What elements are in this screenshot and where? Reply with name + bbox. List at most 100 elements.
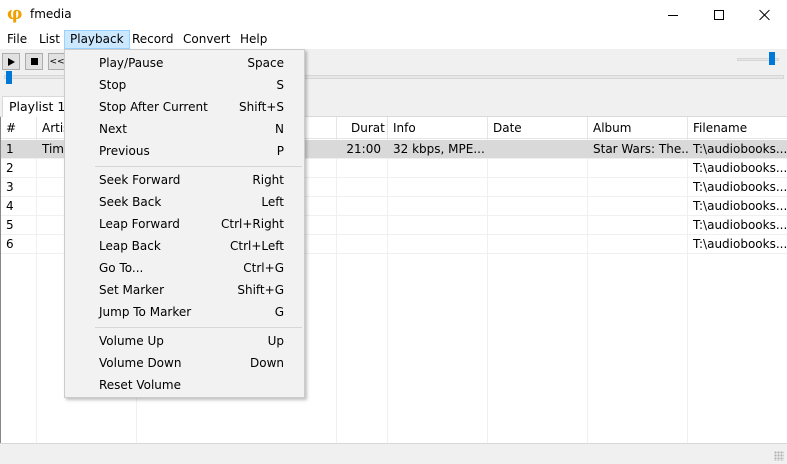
menu-item-label: Leap Back — [99, 239, 161, 253]
cell-number: 1 — [6, 142, 14, 156]
menu-item-next[interactable]: Next N — [67, 119, 302, 141]
minimize-icon — [668, 14, 678, 16]
menu-item-label: Volume Up — [99, 334, 164, 348]
menu-item-shortcut: Ctrl+Left — [230, 239, 284, 253]
column-header-info[interactable]: Info — [388, 117, 488, 139]
cell-filename: T:\audiobooks... — [693, 237, 787, 251]
stop-icon — [30, 58, 38, 65]
menu-item-stop-after-current[interactable]: Stop After Current Shift+S — [67, 97, 302, 119]
maximize-icon — [714, 10, 724, 20]
cell-duration — [337, 197, 388, 216]
menu-item-stop[interactable]: Stop S — [67, 75, 302, 97]
menu-item-shortcut: Up — [267, 334, 284, 348]
menu-item-seek-back[interactable]: Seek Back Left — [67, 192, 302, 214]
menu-help[interactable]: Help — [234, 30, 273, 49]
menu-item-volume-up[interactable]: Volume Up Up — [67, 331, 302, 353]
menu-file[interactable]: File — [1, 30, 33, 49]
menu-item-leap-back[interactable]: Leap Back Ctrl+Left — [67, 236, 302, 258]
menu-item-shortcut: Ctrl+G — [243, 261, 284, 275]
column-header-filename[interactable]: Filename — [688, 117, 787, 139]
cell-filename: T:\audiobooks... — [693, 218, 787, 232]
menu-item-shortcut: Right — [252, 173, 284, 187]
playback-menu-dropdown: Play/Pause Space Stop S Stop After Current Sh… — [64, 49, 305, 398]
menu-bar: File List Playback Record Convert Help — [0, 30, 787, 49]
menu-item-label: Previous — [99, 144, 150, 158]
cell-number: 6 — [6, 237, 14, 251]
menu-item-previous[interactable]: Previous P — [67, 141, 302, 163]
status-bar — [0, 443, 787, 464]
cell-album — [588, 178, 688, 197]
cell-date — [488, 235, 588, 254]
menu-item-reset-volume[interactable]: Reset Volume — [67, 375, 302, 397]
cell-duration — [337, 159, 388, 178]
cell-date — [488, 140, 588, 159]
cell-album — [588, 235, 688, 254]
menu-item-shortcut: Shift+S — [239, 100, 284, 114]
menu-item-label: Stop — [99, 78, 127, 92]
menu-item-leap-forward[interactable]: Leap Forward Ctrl+Right — [67, 214, 302, 236]
menu-item-label: Seek Back — [99, 195, 162, 209]
cell-filename: T:\audiobooks... — [693, 180, 787, 194]
column-header-duration[interactable]: Durat — [337, 117, 388, 139]
menu-item-label: Stop After Current — [99, 100, 208, 114]
cell-date — [488, 159, 588, 178]
cell-album — [588, 159, 688, 178]
menu-item-label: Volume Down — [99, 356, 182, 370]
tab-playlist-1[interactable]: Playlist 1 — [2, 96, 73, 118]
cell-info — [388, 159, 488, 178]
cell-info — [388, 178, 488, 197]
cell-duration — [337, 235, 388, 254]
column-header-number[interactable]: # — [1, 117, 37, 139]
cell-duration — [337, 216, 388, 235]
maximize-button[interactable] — [696, 0, 742, 30]
menu-item-label: Jump To Marker — [99, 305, 192, 319]
menu-item-shortcut: Shift+G — [237, 283, 284, 297]
menu-item-label: Reset Volume — [99, 378, 181, 392]
menu-list[interactable]: List — [33, 30, 66, 49]
cell-duration: 21:00 — [346, 142, 381, 156]
menu-item-jump-to-marker[interactable]: Jump To Marker G — [67, 302, 302, 324]
cell-duration — [337, 178, 388, 197]
close-button[interactable] — [742, 0, 787, 30]
menu-playback[interactable]: Playback — [64, 30, 130, 49]
cell-info — [388, 197, 488, 216]
cell-date — [488, 178, 588, 197]
window-title: fmedia — [30, 7, 72, 21]
cell-filename: T:\audiobooks... — [693, 199, 787, 213]
menu-item-label: Set Marker — [99, 283, 164, 297]
menu-separator — [95, 327, 302, 328]
menu-item-label: Go To... — [99, 261, 144, 275]
column-header-date[interactable]: Date — [488, 117, 588, 139]
cell-info — [388, 216, 488, 235]
cell-date — [488, 216, 588, 235]
menu-item-shortcut: P — [276, 144, 284, 158]
cell-number: 4 — [6, 199, 14, 213]
menu-item-shortcut: Down — [249, 356, 284, 370]
menu-item-shortcut: N — [275, 122, 284, 136]
resize-grip-icon[interactable] — [774, 451, 784, 461]
play-icon — [7, 57, 15, 66]
menu-item-shortcut: Space — [247, 56, 284, 70]
seek-bar-thumb[interactable] — [6, 71, 12, 84]
volume-slider-thumb[interactable] — [769, 52, 775, 65]
menu-convert[interactable]: Convert — [177, 30, 236, 49]
menu-item-label: Seek Forward — [99, 173, 181, 187]
title-bar: φ fmedia — [0, 0, 787, 30]
menu-item-seek-forward[interactable]: Seek Forward Right — [67, 170, 302, 192]
column-header-album[interactable]: Album — [588, 117, 688, 139]
stop-button[interactable] — [25, 53, 43, 70]
cell-filename: T:\audiobooks... — [693, 161, 787, 175]
menu-item-play-pause[interactable]: Play/Pause Space — [67, 53, 302, 75]
menu-item-go-to[interactable]: Go To... Ctrl+G — [67, 258, 302, 280]
cell-album — [588, 216, 688, 235]
menu-item-volume-down[interactable]: Volume Down Down — [67, 353, 302, 375]
menu-item-set-marker[interactable]: Set Marker Shift+G — [67, 280, 302, 302]
menu-record[interactable]: Record — [126, 30, 179, 49]
minimize-button[interactable] — [650, 0, 696, 30]
menu-item-shortcut: G — [274, 305, 284, 319]
cell-number: 2 — [6, 161, 14, 175]
menu-item-label: Play/Pause — [99, 56, 164, 70]
menu-item-label: Next — [99, 122, 127, 136]
play-button[interactable] — [2, 53, 20, 70]
fmedia-logo-icon: φ — [7, 4, 23, 24]
